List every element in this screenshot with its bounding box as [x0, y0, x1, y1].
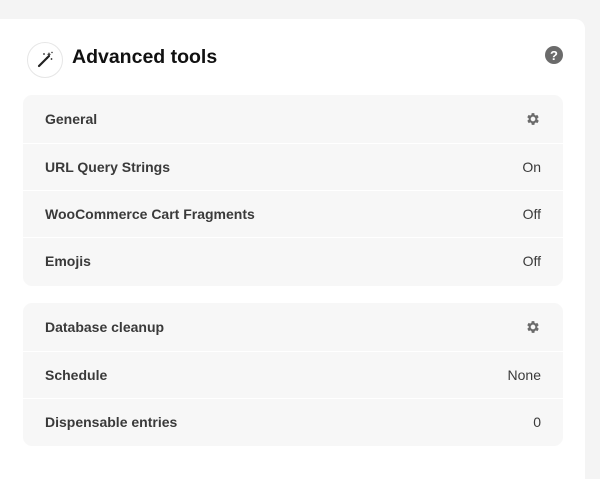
- magic-wand-icon: [27, 42, 63, 78]
- group-title: Database cleanup: [45, 319, 165, 335]
- setting-value: None: [507, 367, 541, 383]
- group-title: General: [45, 111, 98, 127]
- setting-label: WooCommerce Cart Fragments: [45, 206, 255, 222]
- gear-icon[interactable]: [525, 111, 541, 127]
- setting-row-emojis[interactable]: Emojis Off: [23, 237, 563, 284]
- group-header-general: General: [23, 95, 563, 143]
- panel-title: Advanced tools: [72, 46, 218, 68]
- help-icon[interactable]: ?: [545, 46, 563, 64]
- advanced-tools-panel: Advanced tools ? General URL Query Strin…: [0, 19, 585, 479]
- database-cleanup-group: Database cleanup Schedule None Dispensab…: [23, 303, 563, 446]
- setting-value: Off: [522, 206, 541, 222]
- setting-label: Schedule: [45, 367, 108, 383]
- setting-label: URL Query Strings: [45, 159, 170, 175]
- setting-label: Dispensable entries: [45, 414, 178, 430]
- group-header-database-cleanup: Database cleanup: [23, 303, 563, 351]
- setting-row-schedule[interactable]: Schedule None: [23, 351, 563, 398]
- setting-row-dispensable-entries[interactable]: Dispensable entries 0: [23, 398, 563, 445]
- setting-value: Off: [522, 253, 541, 269]
- setting-value: 0: [533, 414, 541, 430]
- setting-value: On: [522, 159, 541, 175]
- general-group: General URL Query Strings On WooCommerce…: [23, 95, 563, 286]
- gear-icon[interactable]: [525, 319, 541, 335]
- setting-row-woocommerce-cart-fragments[interactable]: WooCommerce Cart Fragments Off: [23, 190, 563, 237]
- setting-row-url-query-strings[interactable]: URL Query Strings On: [23, 143, 563, 190]
- panel-header: Advanced tools ?: [0, 19, 585, 95]
- setting-label: Emojis: [45, 253, 91, 269]
